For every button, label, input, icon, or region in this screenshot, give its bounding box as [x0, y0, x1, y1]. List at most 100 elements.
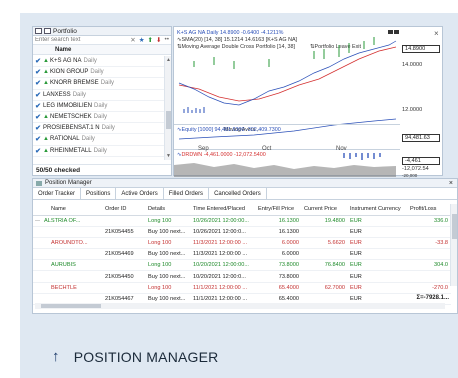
list-item[interactable]: ✔ LEG IMMOBILIEN Daily	[33, 101, 165, 112]
checkmark-icon[interactable]: ✔	[33, 135, 43, 143]
scrollbar-thumb[interactable]	[166, 111, 171, 129]
equity-current-value: 94,481.63	[402, 134, 440, 142]
column-header[interactable]: Current Price	[302, 204, 348, 216]
table-row[interactable]: AURUBIS Long 100 10/20/2021 12:00:00... …	[33, 259, 451, 272]
table-row[interactable]: 21K054455 Buy 100 next... 10/26/2021 12:…	[33, 226, 451, 238]
scroll-up-icon[interactable]: ▲	[166, 57, 171, 63]
table-row[interactable]: 21K054450 Buy 100 next... 10/20/2021 12:…	[33, 270, 451, 283]
list-item-timeframe: Daily	[100, 80, 115, 87]
column-header[interactable]: Name	[33, 204, 103, 216]
star-icon[interactable]: ★	[139, 36, 145, 44]
list-item[interactable]: ✔ ▲ K+S AG NA Daily	[33, 56, 165, 68]
list-item[interactable]: ✔ ▲ RATIONAL Daily	[33, 134, 165, 146]
scrollbar-thumb[interactable]	[41, 304, 101, 308]
checkmark-icon[interactable]: ✔	[33, 68, 43, 76]
drawdown-axis-label: -12,072.54	[402, 166, 429, 172]
tab-active-orders[interactable]: Active Orders	[116, 188, 164, 199]
checkmark-icon[interactable]: ✔	[33, 79, 43, 87]
list-item-timeframe: Daily	[81, 136, 95, 143]
position-name[interactable]: — ALSTRIA OF...	[33, 215, 103, 227]
list-item[interactable]: ✔ ▲ KION GROUP Daily	[33, 67, 165, 79]
close-icon[interactable]: ✕	[130, 36, 135, 44]
checkmark-icon[interactable]: ✔	[33, 147, 43, 155]
list-item[interactable]: ✔ ▲ NEMETSCHEK Daily	[33, 112, 165, 124]
list-item-name: K+S AG NA	[50, 58, 82, 65]
sma-line	[178, 46, 397, 102]
month-label: Oct	[262, 146, 272, 152]
portfolio-list: ✔ ▲ K+S AG NA Daily ✔ ▲ KION GROUP Daily…	[33, 56, 165, 157]
positions-table: Name Order ID Details Time Entered/Place…	[33, 204, 451, 306]
portfolio-column-name[interactable]: Name	[33, 45, 171, 55]
portfolio-search-bar: ✕ ★ ⬆ ⬇ ••	[33, 36, 171, 45]
column-header[interactable]: Instrument Currency	[348, 204, 408, 216]
column-header[interactable]: Details	[146, 204, 191, 216]
time: 10/26/2021 12:00:00...	[191, 215, 256, 227]
details: Long 100	[146, 282, 191, 294]
details: Buy 100 next...	[146, 226, 191, 238]
checkmark-icon[interactable]: ✔	[33, 102, 43, 110]
table-row[interactable]: 21K054469 Buy 100 next... 11/3/2021 12:0…	[33, 248, 451, 261]
profit-loss-sum: Σ=-7928.1...	[416, 295, 449, 301]
time: 10/26/2021 12:00:0...	[191, 226, 256, 238]
table-row[interactable]: — ALSTRIA OF... Long 100 10/26/2021 12:00…	[33, 215, 451, 227]
entry-price: 16.1300	[256, 215, 302, 227]
list-item-timeframe: Daily	[93, 147, 107, 154]
checkmark-icon[interactable]: ✔	[33, 57, 43, 65]
column-header[interactable]: Time Entered/Placed	[191, 204, 256, 216]
list-item[interactable]: ✔ LANXESS Daily	[33, 90, 165, 101]
profit-loss: -33.8	[408, 237, 451, 250]
details: Buy 100 next...	[146, 270, 191, 283]
position-name[interactable]: AURUBIS	[33, 259, 103, 272]
positions-vertical-scrollbar[interactable]	[450, 204, 457, 286]
order-id: 21K054469	[103, 248, 146, 261]
currency: EUR	[348, 248, 408, 261]
position-name[interactable]: AROUNDTO...	[33, 237, 103, 250]
checkmark-icon[interactable]: ✔	[33, 124, 43, 132]
arrow-up-icon[interactable]: ⬆	[148, 36, 153, 44]
positions-horizontal-scrollbar[interactable]	[35, 303, 445, 309]
column-header[interactable]: Entry/Fill Price	[256, 204, 302, 216]
scroll-down-icon[interactable]: ▼	[166, 153, 171, 159]
price-bars	[193, 37, 375, 69]
arrow-down-icon[interactable]: ⬇	[156, 36, 161, 44]
list-item[interactable]: ✔ PROSIEBENSAT.1 N Daily	[33, 123, 165, 135]
profit-loss: -270.0	[408, 282, 451, 294]
price-line	[178, 40, 397, 106]
currency: EUR	[348, 226, 408, 238]
order-id	[103, 282, 146, 294]
list-item[interactable]: ✔ ▲ KNORR BREMSE Daily	[33, 78, 165, 90]
time: 10/20/2021 12:00:0...	[191, 270, 256, 283]
portfolio-scrollbar[interactable]: ▲ ▼	[164, 56, 171, 160]
profit-loss: 336.0	[408, 215, 451, 227]
drawdown-area	[174, 163, 396, 177]
scrollbar-thumb[interactable]	[452, 214, 457, 239]
portfolio-search-input[interactable]	[35, 36, 131, 44]
more-icon[interactable]: ••	[164, 36, 169, 44]
tab-order-tracker[interactable]: Order Tracker	[33, 188, 82, 199]
table-row[interactable]: BECHTLE Long 100 11/1/2021 12:00:00 ... …	[33, 282, 451, 294]
drawdown-bars	[343, 153, 381, 160]
tab-cancelled-orders[interactable]: Cancelled Orders	[209, 188, 267, 199]
position-manager-panel: Position Manager × Order Tracker Positio…	[32, 178, 458, 314]
checkmark-icon[interactable]: ✔	[33, 113, 43, 121]
tab-filled-orders[interactable]: Filled Orders	[164, 188, 210, 199]
position-name[interactable]: BECHTLE	[33, 282, 103, 294]
drawdown-current-value: -4,461	[402, 157, 440, 165]
table-row[interactable]: AROUNDTO... Long 100 11/3/2021 12:00:00 …	[33, 237, 451, 250]
close-icon[interactable]: ×	[434, 29, 439, 38]
column-header[interactable]: Profit/Loss	[408, 204, 451, 216]
arrow-up-icon: ▲	[43, 58, 49, 65]
collapse-icon[interactable]: —	[35, 218, 40, 224]
tab-positions[interactable]: Positions	[81, 188, 117, 199]
current-price: 76.8400	[302, 259, 348, 272]
chart-pane[interactable]: × K+S AG NA Daily 14.8900 -0.6400 -4.121…	[173, 26, 443, 178]
portfolio-titlebar: Portfolio	[33, 27, 171, 36]
close-icon[interactable]: ×	[449, 180, 453, 187]
list-item[interactable]: ✔ ▲ RHEINMETALL Daily	[33, 146, 165, 157]
checkmark-icon[interactable]: ✔	[33, 91, 43, 99]
position-manager-tabs: Order Tracker Positions Active Orders Fi…	[33, 188, 457, 200]
position-name	[33, 248, 103, 261]
column-header[interactable]: Order ID	[103, 204, 146, 216]
list-item-name: RATIONAL	[50, 136, 80, 143]
list-item-name: KNORR BREMSE	[50, 80, 99, 87]
